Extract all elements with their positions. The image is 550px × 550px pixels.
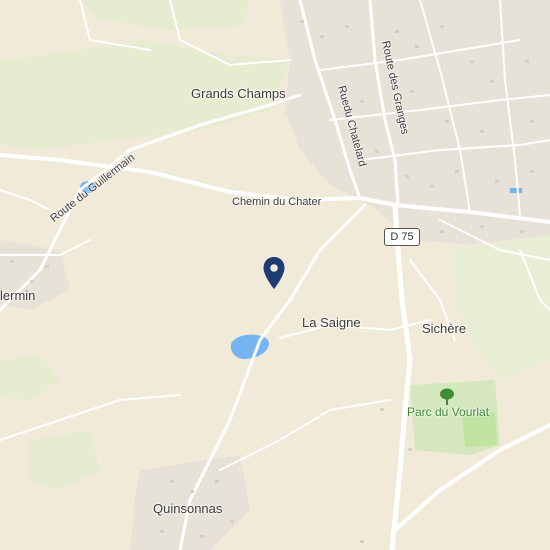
road-label-chemin-du-chater: Chemin du Chater [232,196,322,208]
place-label-quinsonnas: Quinsonnas [153,501,223,516]
tree-icon [440,388,454,405]
location-pin-icon[interactable] [262,256,286,290]
map-canvas[interactable]: Grands Champs La Saigne Sichère Quinsonn… [0,0,550,550]
park-label-parc-du-vourlat: Parc du Vourlat [407,405,490,419]
place-label-grands-champs: Grands Champs [191,86,286,101]
place-label-partial: lermin [0,288,36,303]
road-shield-d75: D 75 [384,228,420,246]
place-label-sichere: Sichère [422,321,467,336]
pond [510,188,522,193]
place-label-la-saigne: La Saigne [302,315,361,330]
